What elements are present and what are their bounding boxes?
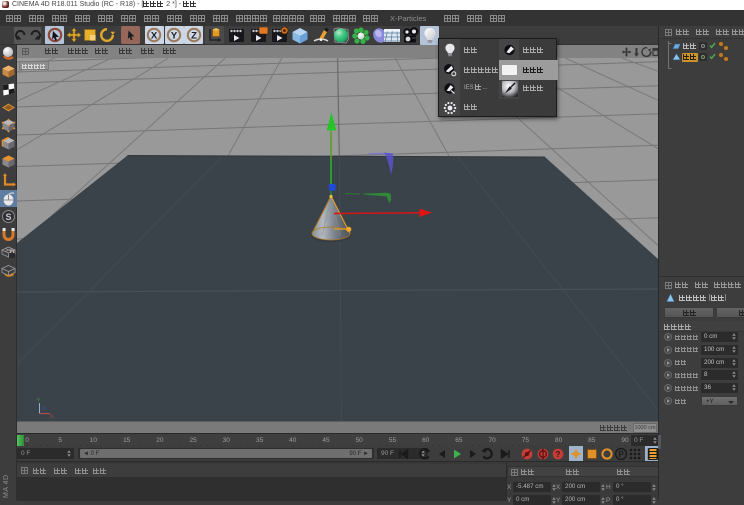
svg-text:X: X <box>151 30 158 41</box>
svg-text:X: X <box>42 406 46 412</box>
svg-text:Y: Y <box>171 30 178 41</box>
svg-text:Y: Y <box>37 398 41 404</box>
svg-text:Z: Z <box>191 30 197 41</box>
svg-text:S: S <box>5 212 11 222</box>
svg-text:?: ? <box>556 450 561 459</box>
svg-text:P: P <box>618 450 624 459</box>
